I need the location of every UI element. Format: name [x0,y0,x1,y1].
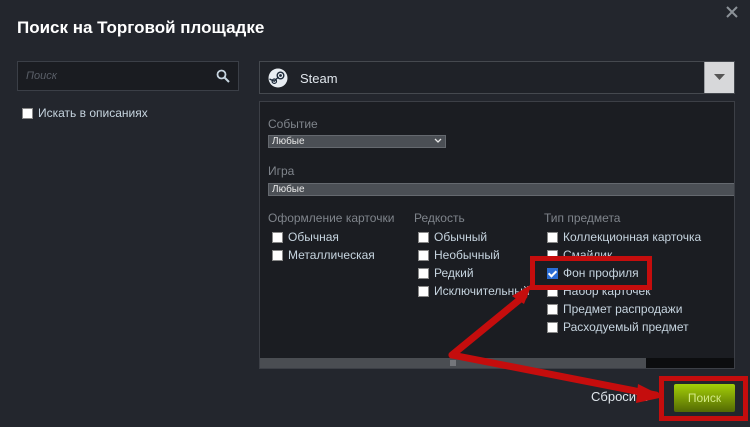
rarity-option[interactable]: Исключительный [418,284,530,298]
rarity-option[interactable]: Обычный [418,230,487,244]
option-label: Предмет распродажи [563,302,683,316]
search-input[interactable] [18,62,216,90]
rarity-option[interactable]: Необычный [418,248,500,262]
rarity-header: Редкость [414,211,465,225]
option-label: Необычный [434,248,500,262]
item-type-option[interactable]: Расходуемый предмет [547,320,689,334]
close-icon[interactable] [724,4,740,20]
app-select-dropdown-button[interactable] [704,62,734,93]
game-filter-label: Игра [268,164,295,178]
item-type-option[interactable]: Коллекционная карточка [547,230,701,244]
scrollbar-thumb[interactable] [260,358,646,368]
checkbox[interactable] [272,231,283,243]
search-box [17,61,239,91]
card-border-option[interactable]: Обычная [272,230,339,244]
app-select[interactable]: Steam [259,61,735,94]
checkbox[interactable] [418,285,429,297]
checkbox[interactable] [418,231,429,243]
rarity-option[interactable]: Редкий [418,266,474,280]
chevron-down-icon [434,138,442,143]
event-filter-label: Событие [268,117,318,131]
checkbox[interactable] [547,231,558,243]
event-filter-value: Любые [272,136,305,147]
option-label: Металлическая [288,248,375,262]
item-type-option[interactable]: Предмет распродажи [547,302,682,316]
highlight-box-search-button [659,376,748,421]
reset-button[interactable]: Сбросить [591,389,649,404]
search-descriptions-label: Искать в описаниях [38,106,148,120]
game-filter-value: Любые [272,184,305,195]
search-icon[interactable] [216,69,230,83]
checkbox[interactable] [547,303,558,315]
checkbox[interactable] [547,321,558,333]
event-filter-select[interactable]: Любые [268,135,446,148]
highlight-box-profile-background [530,256,652,290]
option-label: Обычная [288,230,339,244]
card-border-option[interactable]: Металлическая [272,248,375,262]
horizontal-scrollbar[interactable] [260,358,734,368]
card-border-header: Оформление карточки [268,211,395,225]
item-type-header: Тип предмета [544,211,621,225]
option-label: Редкий [434,266,474,280]
chevron-down-icon [714,74,725,80]
dialog-title: Поиск на Торговой площадке [17,18,265,37]
option-label: Коллекционная карточка [563,230,702,244]
app-select-value: Steam [300,71,338,86]
grip-icon [450,360,456,366]
search-descriptions-checkbox[interactable] [22,107,33,119]
checkbox[interactable] [272,249,283,261]
checkbox[interactable] [418,267,429,279]
option-label: Расходуемый предмет [563,320,689,334]
game-filter-select[interactable]: Любые [268,183,734,196]
steam-logo-icon [268,68,288,88]
option-label: Исключительный [434,284,530,298]
option-label: Обычный [434,230,488,244]
checkbox[interactable] [418,249,429,261]
search-descriptions-option[interactable]: Искать в описаниях [22,106,148,120]
filter-panel: Событие Любые Игра Любые Оформление карт… [259,101,735,369]
